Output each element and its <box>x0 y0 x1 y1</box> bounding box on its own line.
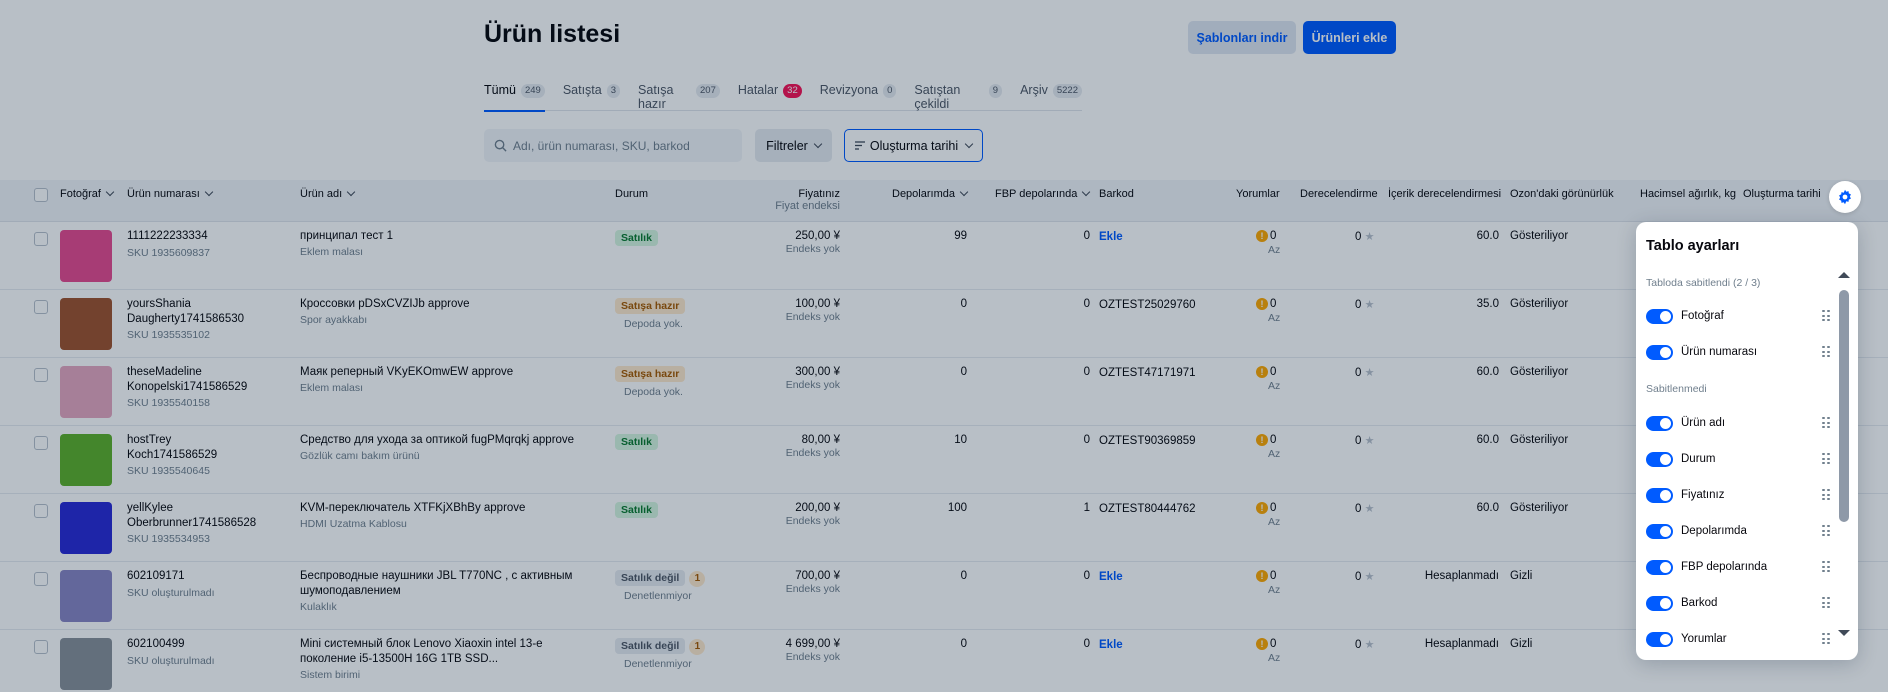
modal-backdrop[interactable] <box>0 0 1888 692</box>
column-toggle-switch[interactable] <box>1646 523 1673 539</box>
scroll-thumb[interactable] <box>1839 290 1849 522</box>
column-toggle-item[interactable]: Depolarımda <box>1646 521 1830 541</box>
scroll-up-arrow-icon[interactable] <box>1838 272 1850 278</box>
drag-handle-icon[interactable] <box>1822 633 1830 645</box>
column-toggle-label: Ürün numarası <box>1681 346 1758 358</box>
drag-handle-icon[interactable] <box>1822 597 1830 609</box>
column-toggle-item[interactable]: Ürün numarası <box>1646 342 1830 362</box>
column-toggle-label: Depolarımda <box>1681 525 1747 537</box>
column-toggle-item[interactable]: Yorumlar <box>1646 629 1830 649</box>
column-toggle-item[interactable]: FBP depolarında <box>1646 557 1830 577</box>
drag-handle-icon[interactable] <box>1822 310 1830 322</box>
column-toggle-label: FBP depolarında <box>1681 561 1768 573</box>
table-settings-panel: Tablo ayarları Tabloda sabitlendi (2 / 3… <box>1636 222 1858 660</box>
column-toggle-label: Fiyatınız <box>1681 489 1725 501</box>
column-toggle-switch[interactable] <box>1646 308 1673 324</box>
column-toggle-item[interactable]: Durum <box>1646 449 1830 469</box>
column-toggle-label: Barkod <box>1681 597 1718 609</box>
column-toggle-item[interactable]: Barkod <box>1646 593 1830 613</box>
drag-handle-icon[interactable] <box>1822 453 1830 465</box>
drag-handle-icon[interactable] <box>1822 417 1830 429</box>
column-toggle-item[interactable]: Fiyatınız <box>1646 485 1830 505</box>
drag-handle-icon[interactable] <box>1822 525 1830 537</box>
column-toggle-switch[interactable] <box>1646 487 1673 503</box>
panel-scrollbar[interactable] <box>1838 272 1850 642</box>
table-settings-button[interactable] <box>1829 181 1861 213</box>
column-toggle-switch[interactable] <box>1646 415 1673 431</box>
column-toggle-item[interactable]: Ürün adı <box>1646 413 1830 433</box>
drag-handle-icon[interactable] <box>1822 489 1830 501</box>
column-toggle-switch[interactable] <box>1646 344 1673 360</box>
column-toggle-item[interactable]: Fotoğraf <box>1646 306 1830 326</box>
column-toggle-label: Fotoğraf <box>1681 310 1724 322</box>
panel-title: Tablo ayarları <box>1646 238 1740 254</box>
column-toggle-switch[interactable] <box>1646 451 1673 467</box>
drag-handle-icon[interactable] <box>1822 561 1830 573</box>
column-toggle-switch[interactable] <box>1646 559 1673 575</box>
column-toggle-label: Durum <box>1681 453 1716 465</box>
column-toggle-switch[interactable] <box>1646 631 1673 647</box>
drag-handle-icon[interactable] <box>1822 346 1830 358</box>
pinned-section-label: Tabloda sabitlendi (2 / 3) <box>1646 277 1761 289</box>
column-toggle-label: Yorumlar <box>1681 633 1727 645</box>
gear-icon <box>1839 189 1851 205</box>
column-toggle-switch[interactable] <box>1646 595 1673 611</box>
unpinned-section-label: Sabitlenmedi <box>1646 383 1707 395</box>
column-toggle-label: Ürün adı <box>1681 417 1726 429</box>
scroll-down-arrow-icon[interactable] <box>1838 630 1850 636</box>
